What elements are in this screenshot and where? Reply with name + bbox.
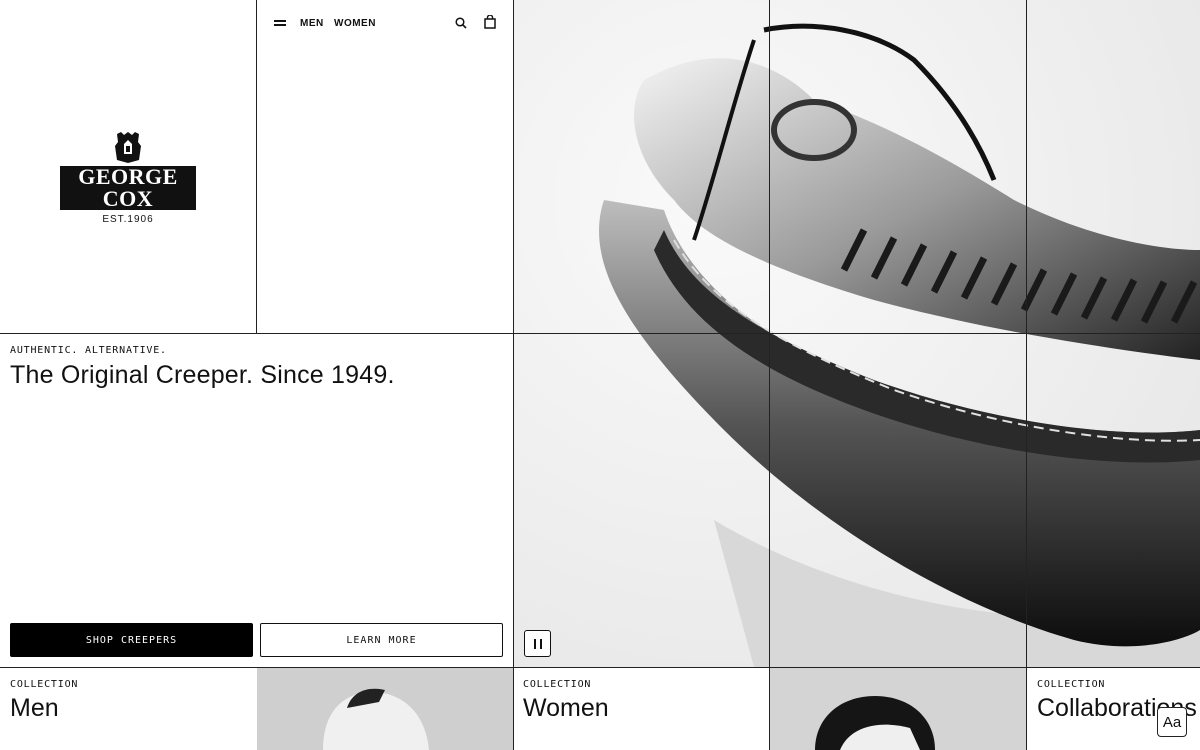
- collection-women-photo[interactable]: [770, 668, 1026, 750]
- grid-line: [513, 0, 514, 750]
- grid-line: [1026, 0, 1027, 750]
- shop-creepers-button[interactable]: SHOP CREEPERS: [10, 623, 253, 657]
- grid-line: [769, 0, 770, 750]
- collection-women-label: COLLECTION: [523, 679, 592, 690]
- shopping-bag-icon[interactable]: [484, 15, 496, 29]
- learn-more-button[interactable]: LEARN MORE: [260, 623, 503, 657]
- collection-collaborations-label: COLLECTION: [1037, 679, 1106, 690]
- nav-link-women[interactable]: WOMEN: [334, 18, 376, 29]
- collection-women-link[interactable]: Women: [523, 694, 609, 723]
- collection-men-photo[interactable]: [257, 668, 513, 750]
- hero-eyebrow: AUTHENTIC. ALTERNATIVE.: [10, 345, 167, 356]
- hamburger-icon[interactable]: [274, 17, 286, 29]
- brand-name: GEORGE COX: [60, 166, 196, 210]
- hero-headline: The Original Creeper. Since 1949.: [10, 361, 395, 389]
- nav-link-men[interactable]: MEN: [300, 18, 324, 29]
- search-icon[interactable]: [455, 17, 467, 29]
- brand-established: EST.1906: [102, 214, 154, 225]
- collection-men-link[interactable]: Men: [10, 694, 59, 723]
- collection-men-label: COLLECTION: [10, 679, 79, 690]
- grid-line: [0, 333, 1200, 334]
- font-toggle-button[interactable]: Aa: [1157, 707, 1187, 737]
- grid-line: [256, 0, 257, 333]
- crest-icon: [115, 132, 141, 163]
- brand-logo[interactable]: GEORGE COX EST.1906: [60, 130, 196, 225]
- top-nav: MEN WOMEN: [257, 0, 513, 48]
- pause-button[interactable]: [524, 630, 551, 657]
- pause-icon: [533, 638, 542, 649]
